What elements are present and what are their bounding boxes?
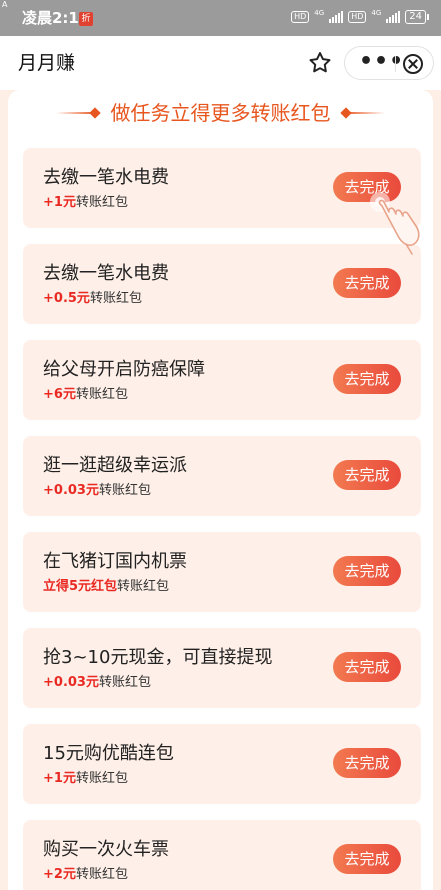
complete-task-button[interactable]: 去完成 <box>333 364 401 394</box>
complete-task-button[interactable]: 去完成 <box>333 460 401 490</box>
signal-icon <box>329 11 344 23</box>
task-name: 去缴一笔水电费 <box>43 263 169 284</box>
reward-amount: +0.03元 <box>43 675 99 690</box>
task-list: 去缴一笔水电费 +1元转账红包 去完成 去缴一笔水电费 +0.5元转账红包 去完… <box>23 148 421 890</box>
task-card: 逛一逛超级幸运派 +0.03元转账红包 去完成 <box>23 436 421 516</box>
task-card: 去缴一笔水电费 +1元转账红包 去完成 <box>23 148 421 228</box>
reward-amount: +2元 <box>43 867 76 882</box>
task-name: 给父母开启防癌保障 <box>43 359 205 380</box>
task-name: 逛一逛超级幸运派 <box>43 455 187 476</box>
reward-amount: 立得5元红包 <box>43 579 118 594</box>
task-card: 去缴一笔水电费 +0.5元转账红包 去完成 <box>23 244 421 324</box>
task-reward: +0.5元转账红包 <box>43 291 142 307</box>
nav-bar: 月月赚 ••• <box>0 36 441 90</box>
reward-amount: +6元 <box>43 387 76 402</box>
reward-suffix: 转账红包 <box>98 483 151 498</box>
task-name: 15元购优酷连包 <box>43 743 174 764</box>
task-card: 15元购优酷连包 +1元转账红包 去完成 <box>23 724 421 804</box>
task-reward: +6元转账红包 <box>43 387 128 403</box>
task-reward: +0.03元转账红包 <box>43 483 151 499</box>
reward-suffix: 转账红包 <box>89 291 142 306</box>
page-title: 月月赚 <box>18 52 76 74</box>
hd-badge-2: HD <box>348 11 367 23</box>
task-name: 在飞猪订国内机票 <box>43 551 187 572</box>
complete-task-button[interactable]: 去完成 <box>333 556 401 586</box>
more-icon[interactable]: ••• <box>359 47 404 77</box>
close-icon[interactable] <box>403 54 423 74</box>
reward-suffix: 转账红包 <box>75 771 128 786</box>
complete-task-button[interactable]: 去完成 <box>333 844 401 874</box>
star-icon[interactable] <box>307 50 333 76</box>
heading-decor-right <box>345 112 385 114</box>
reward-amount: +0.03元 <box>43 483 99 498</box>
complete-task-button[interactable]: 去完成 <box>333 748 401 778</box>
task-reward: +1元转账红包 <box>43 195 128 211</box>
tap-hint-hand-icon <box>370 192 420 255</box>
task-reward: 立得5元红包转账红包 <box>43 579 169 595</box>
reward-suffix: 转账红包 <box>75 195 128 210</box>
task-card: 购买一次火车票 +2元转账红包 去完成 <box>23 820 421 890</box>
status-indicators: HD 4G HD 4G 24 <box>291 9 429 24</box>
reward-amount: +0.5元 <box>43 291 90 306</box>
task-card: 给父母开启防癌保障 +6元转账红包 去完成 <box>23 340 421 420</box>
section-heading: 做任务立得更多转账红包 <box>0 100 441 126</box>
reward-suffix: 转账红包 <box>117 579 170 594</box>
complete-task-button[interactable]: 去完成 <box>333 652 401 682</box>
task-name: 抢3~10元现金，可直接提现 <box>43 647 273 668</box>
reward-suffix: 转账红包 <box>75 387 128 402</box>
hd-badge: HD <box>291 11 310 23</box>
carrier-mark: A <box>2 0 8 9</box>
complete-task-button[interactable]: 去完成 <box>333 268 401 298</box>
status-bar: A 凌晨2:11 折 HD 4G HD 4G 24 <box>0 0 441 36</box>
network-type-1: 4G <box>314 9 325 17</box>
task-reward: +2元转账红包 <box>43 867 128 883</box>
task-card: 在飞猪订国内机票 立得5元红包转账红包 去完成 <box>23 532 421 612</box>
mini-program-capsule: ••• <box>344 46 434 80</box>
network-type-2: 4G <box>371 9 382 17</box>
heading-dot-left <box>89 107 101 119</box>
battery-icon: 24 <box>405 10 429 24</box>
task-reward: +1元转账红包 <box>43 771 128 787</box>
reward-suffix: 转账红包 <box>75 867 128 882</box>
notification-app-icon: 折 <box>79 12 93 26</box>
reward-amount: +1元 <box>43 771 76 786</box>
reward-suffix: 转账红包 <box>98 675 151 690</box>
task-reward: +0.03元转账红包 <box>43 675 151 691</box>
heading-text: 做任务立得更多转账红包 <box>110 101 331 125</box>
reward-amount: +1元 <box>43 195 76 210</box>
task-name: 去缴一笔水电费 <box>43 167 169 188</box>
signal-icon-2 <box>386 11 401 23</box>
task-name: 购买一次火车票 <box>43 839 169 860</box>
capsule-divider <box>395 56 396 72</box>
task-card: 抢3~10元现金，可直接提现 +0.03元转账红包 去完成 <box>23 628 421 708</box>
